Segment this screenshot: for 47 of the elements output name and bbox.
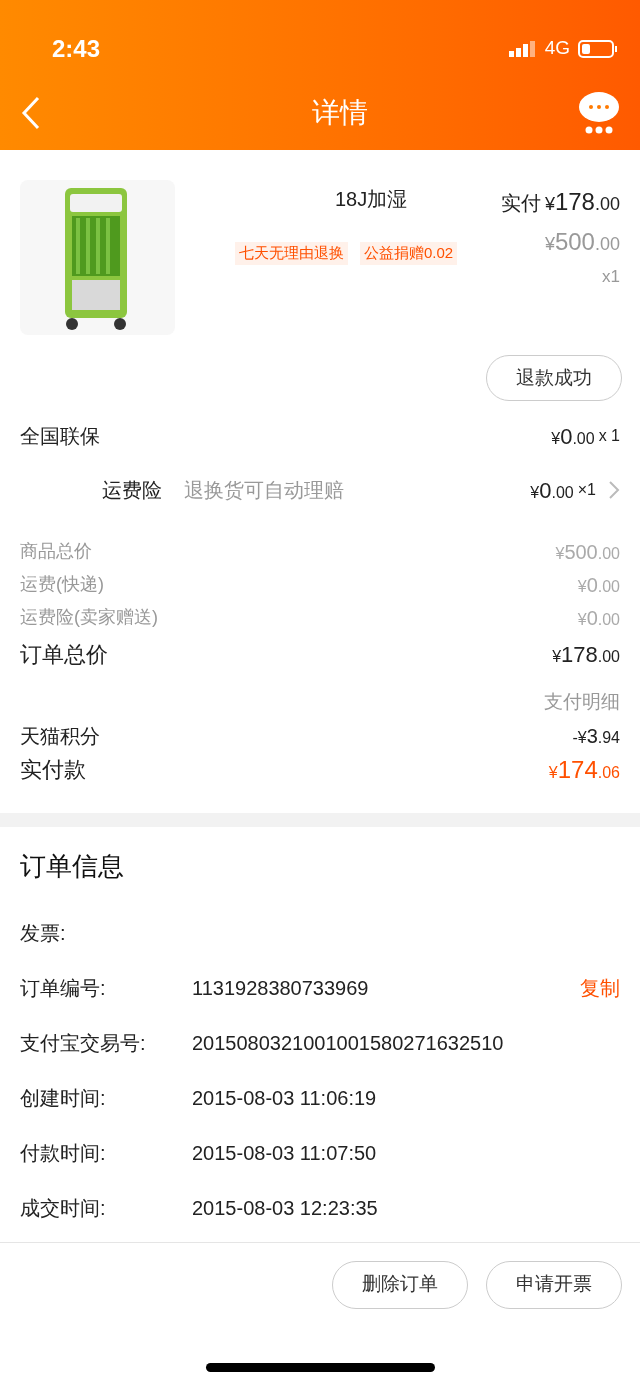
info-label: 成交时间: <box>20 1196 107 1221</box>
service-price: ¥0.00 <box>551 422 595 451</box>
network-label: 4G <box>544 36 570 61</box>
summary-label: 订单总价 <box>20 640 108 669</box>
info-value: 2015080321001001580271632510 <box>192 1031 504 1056</box>
service-quantity: x 1 <box>598 426 620 446</box>
summary-price: ¥500.00 <box>555 539 620 565</box>
payment-amount: -¥3.94 <box>572 723 620 749</box>
info-value: 2015-08-03 12:23:35 <box>192 1196 378 1221</box>
info-label: 订单编号: <box>20 976 107 1001</box>
info-value: 1131928380733969 <box>192 976 369 1001</box>
product-name: 18J加湿 <box>334 187 409 212</box>
service-label: 运费险 <box>102 478 162 503</box>
info-label: 付款时间: <box>20 1141 107 1166</box>
summary-price: ¥0.00 <box>577 572 620 598</box>
service-tag: 公益捐赠0.02 <box>360 242 458 265</box>
info-label: 支付宝交易号: <box>20 1031 147 1056</box>
summary-label: 运费险(卖家赠送) <box>20 606 158 629</box>
service-label: 全国联保 <box>20 424 100 449</box>
payment-label: 实付款 <box>20 756 86 784</box>
more-icon[interactable] <box>578 90 620 135</box>
info-label: 创建时间: <box>20 1086 107 1111</box>
summary-price: ¥0.00 <box>577 605 620 631</box>
paid-price: ¥178.00 <box>544 187 620 217</box>
chevron-right-icon[interactable] <box>608 480 620 500</box>
payment-amount: ¥174.06 <box>548 754 620 785</box>
summary-price: ¥178.00 <box>552 640 620 669</box>
info-value: 2015-08-03 11:07:50 <box>192 1141 377 1166</box>
summary-label: 运费(快递) <box>20 573 104 596</box>
original-price: ¥500.00 <box>544 227 620 257</box>
payment-label: 天猫积分 <box>20 723 100 749</box>
info-value: 2015-08-03 11:06:19 <box>192 1086 377 1111</box>
payment-detail-title: 支付明细 <box>544 690 620 714</box>
battery-icon <box>578 39 618 58</box>
summary-label: 商品总价 <box>20 540 92 563</box>
quantity: x1 <box>602 266 620 288</box>
paid-label: 实付 <box>500 191 541 216</box>
service-price: ¥0.00 <box>530 476 574 505</box>
service-tag: 七天无理由退换 <box>235 242 348 265</box>
info-label: 发票: <box>20 921 67 946</box>
signal-icon <box>508 40 537 57</box>
service-note: 退换货可自动理赔 <box>184 478 344 503</box>
back-icon[interactable] <box>20 95 42 130</box>
service-quantity: ×1 <box>577 480 596 500</box>
page-title: 详情 <box>311 95 368 130</box>
status-time: 2:43 <box>52 33 101 64</box>
section-title: 订单信息 <box>20 849 125 883</box>
